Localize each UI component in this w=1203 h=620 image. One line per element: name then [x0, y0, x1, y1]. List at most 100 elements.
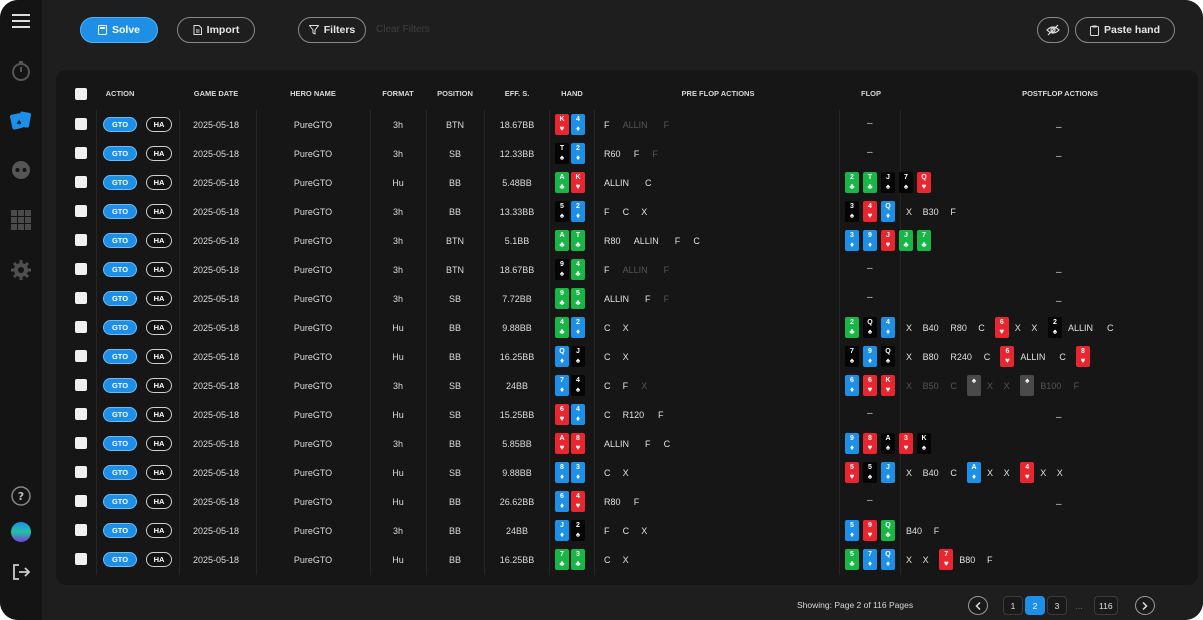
row-checkbox[interactable] — [75, 263, 87, 275]
ha-button[interactable]: HA — [146, 349, 172, 364]
ha-button[interactable]: HA — [146, 378, 172, 393]
ha-button[interactable]: HA — [146, 552, 172, 567]
logout-icon[interactable] — [8, 559, 34, 585]
import-button[interactable]: Import — [177, 17, 255, 43]
import-label: Import — [206, 24, 240, 36]
gto-button[interactable]: GTO — [103, 349, 137, 364]
gto-button[interactable]: GTO — [103, 552, 137, 567]
ha-button[interactable]: HA — [146, 291, 172, 306]
row-checkbox[interactable] — [75, 408, 87, 420]
row-checkbox[interactable] — [75, 524, 87, 536]
row-checkbox[interactable] — [75, 437, 87, 449]
ha-button[interactable]: HA — [146, 117, 172, 132]
ha-button[interactable]: HA — [146, 262, 172, 277]
next-page-button[interactable] — [1135, 596, 1155, 615]
eff-stack-cell: 16.25BB — [499, 352, 535, 362]
card-rank: A — [559, 174, 565, 181]
game-date-cell: 2025-05-18 — [192, 294, 240, 304]
card-rank: A — [559, 435, 565, 442]
table-row: GTO HA 2025-05-18 PureGTO 3h BTN 5.1BB A ♣ T ♣ R80 A… — [56, 226, 1198, 255]
gto-button[interactable]: GTO — [103, 291, 137, 306]
gto-button[interactable]: GTO — [103, 378, 137, 393]
hero-name-cell: PureGTO — [293, 236, 333, 246]
gto-button[interactable]: GTO — [103, 523, 137, 538]
postflop-action: B80 — [922, 352, 939, 362]
page-button[interactable]: 2 — [1025, 596, 1045, 615]
filters-button[interactable]: Filters — [298, 17, 366, 43]
page-button[interactable]: 116 — [1094, 596, 1118, 615]
hide-toggle-button[interactable] — [1037, 17, 1069, 43]
postflop-empty-dash: – — [1056, 296, 1062, 307]
clear-filters-link[interactable]: Clear Filters — [376, 24, 430, 35]
row-checkbox[interactable] — [75, 495, 87, 507]
row-checkbox[interactable] — [75, 176, 87, 188]
gto-button[interactable]: GTO — [103, 204, 137, 219]
ha-button[interactable]: HA — [146, 204, 172, 219]
help-icon[interactable]: ? — [8, 483, 34, 509]
table-row: GTO HA 2025-05-18 PureGTO Hu BB 5.48BB A ♣ K ♥ ALLI… — [56, 168, 1198, 197]
row-checkbox[interactable] — [75, 234, 87, 246]
card-rank: 4 — [576, 261, 580, 268]
preflop-action: C — [693, 236, 700, 246]
ha-button[interactable]: HA — [146, 436, 172, 451]
card-rank: 6 — [999, 319, 1004, 326]
select-all-checkbox[interactable] — [75, 88, 87, 100]
gto-button[interactable]: GTO — [103, 262, 137, 277]
cards-icon[interactable]: ♠ — [8, 108, 34, 134]
card-suit-icon: ♦ — [885, 211, 891, 220]
robot-icon[interactable] — [8, 157, 34, 183]
row-checkbox[interactable] — [75, 379, 87, 391]
card-suit-icon: ♦ — [575, 327, 581, 336]
gto-button[interactable]: GTO — [103, 146, 137, 161]
ha-button[interactable]: HA — [146, 146, 172, 161]
column-header-postflop-actions: POSTFLOP ACTIONS — [1022, 89, 1098, 98]
paste-hand-button[interactable]: Paste hand — [1075, 17, 1175, 43]
gto-button[interactable]: GTO — [103, 233, 137, 248]
ha-button[interactable]: HA — [146, 407, 172, 422]
gto-button[interactable]: GTO — [103, 407, 137, 422]
grid-icon[interactable] — [8, 207, 34, 233]
playing-card: 4 ♠ — [571, 375, 585, 396]
ha-button[interactable]: HA — [146, 175, 172, 190]
gto-button[interactable]: GTO — [103, 494, 137, 509]
app-window: ♠ ? Solve Import Filters Clear Filters P… — [0, 0, 1203, 620]
gto-button[interactable]: GTO — [103, 175, 137, 190]
ha-button[interactable]: HA — [146, 523, 172, 538]
playing-card: 8 ♥ — [571, 433, 585, 454]
position-cell: SB — [448, 468, 462, 478]
row-checkbox[interactable] — [75, 350, 87, 362]
card-rank: 5 — [576, 290, 580, 297]
postflop-action: X — [1003, 468, 1010, 478]
ha-button[interactable]: HA — [146, 494, 172, 509]
row-checkbox[interactable] — [75, 118, 87, 130]
row-checkbox[interactable] — [75, 147, 87, 159]
card-rank: 7 — [560, 377, 564, 384]
card-suit-icon: ♦ — [885, 472, 891, 481]
gto-button[interactable]: GTO — [103, 320, 137, 335]
card-rank: 8 — [868, 435, 872, 442]
solve-button[interactable]: Solve — [80, 17, 158, 43]
row-checkbox[interactable] — [75, 321, 87, 333]
gto-button[interactable]: GTO — [103, 436, 137, 451]
page-button[interactable]: 3 — [1047, 596, 1067, 615]
ha-button[interactable]: HA — [146, 465, 172, 480]
row-checkbox[interactable] — [75, 553, 87, 565]
playing-card: J ♣ — [899, 230, 913, 251]
gto-button[interactable]: GTO — [103, 465, 137, 480]
row-checkbox[interactable] — [75, 466, 87, 478]
card-suit-icon: ♥ — [885, 385, 891, 394]
row-checkbox[interactable] — [75, 205, 87, 217]
gear-icon[interactable] — [8, 257, 34, 283]
timer-icon[interactable] — [8, 58, 34, 84]
ha-button[interactable]: HA — [146, 320, 172, 335]
prev-page-button[interactable] — [968, 596, 988, 615]
gto-button[interactable]: GTO — [103, 117, 137, 132]
ha-button[interactable]: HA — [146, 233, 172, 248]
avatar[interactable] — [8, 519, 34, 545]
preflop-action: F — [663, 265, 670, 275]
menu-icon[interactable] — [8, 8, 34, 34]
playing-card: 4 ♣ — [555, 317, 569, 338]
position-cell: BTN — [446, 120, 464, 130]
page-button[interactable]: 1 — [1003, 596, 1023, 615]
row-checkbox[interactable] — [75, 292, 87, 304]
